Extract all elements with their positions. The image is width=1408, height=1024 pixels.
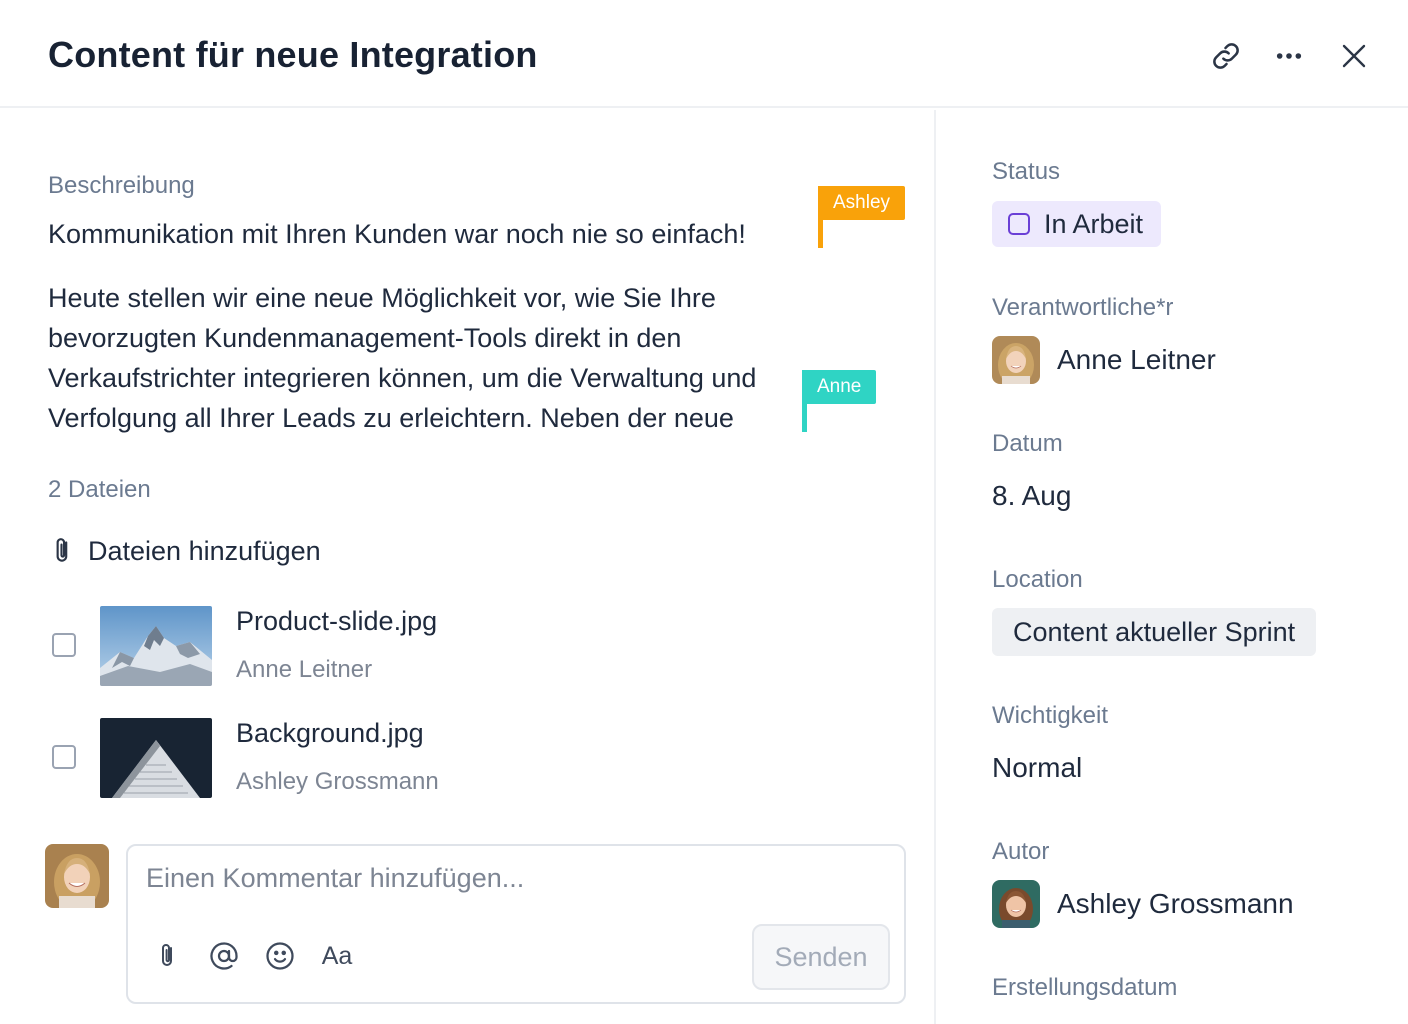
author-field: Ashley Grossmann [992,880,1294,928]
smiley-icon [266,942,294,970]
anne-cursor-tag: Anne [802,370,877,404]
location-value[interactable]: Content aktueller Sprint [992,608,1317,656]
paperclip-icon [162,944,172,966]
at-sign-icon [210,942,238,970]
author-label: Autor [992,838,1050,865]
created-date-label: Erstellungsdatum [992,974,1178,1001]
status-label: Status [992,158,1061,185]
files-count-label: 2 Dateien [48,476,151,503]
status-dropdown[interactable]: In Arbeit [992,201,1162,247]
send-button[interactable]: Senden [752,924,890,990]
assignee-name: Anne Leitner [1057,344,1216,375]
comment-box: Aa Senden [126,844,906,1004]
avatar [992,880,1040,928]
description-headline[interactable]: Kommunikation mit Ihren Kunden war noch … [48,214,746,254]
file-thumbnail-building[interactable] [100,718,212,798]
file-select-checkbox[interactable] [52,745,76,769]
date-label: Datum [992,430,1063,457]
link-icon [1213,43,1239,69]
file-name[interactable]: Product-slide.jpg [236,606,437,637]
add-files-label: Dateien hinzufügen [88,535,321,566]
ashley-cursor-tag: Ashley [818,186,906,220]
description-line[interactable]: Verkaufstrichter integrieren können, um … [48,358,756,398]
date-value[interactable]: 8. Aug [992,480,1071,512]
priority-value[interactable]: Normal [992,752,1082,784]
text-format-button[interactable]: Aa [314,936,360,976]
attach-button[interactable] [148,936,188,976]
close-button[interactable] [1332,34,1376,78]
panel-header: Content für neue Integration [0,0,1408,108]
file-author: Ashley Grossmann [236,768,439,795]
description-label: Beschreibung [48,172,195,199]
more-options-button[interactable] [1267,34,1311,78]
add-files-button[interactable]: Dateien hinzufügen [50,530,321,572]
status-value: In Arbeit [1044,208,1144,239]
priority-label: Wichtigkeit [992,702,1109,729]
author-name: Ashley Grossmann [1057,888,1294,919]
emoji-button[interactable] [260,936,300,976]
file-row: Background.jpg Ashley Grossmann [50,718,910,800]
description-line[interactable]: Heute stellen wir eine neue Möglichkeit … [48,278,716,318]
close-icon [1342,44,1366,68]
current-user-avatar [45,844,109,908]
column-divider [934,110,936,1024]
file-author: Anne Leitner [236,656,373,683]
page-title: Content für neue Integration [48,34,538,75]
mention-button[interactable] [204,936,244,976]
description-line[interactable]: bevorzugten Kundenmanagement-Tools direk… [48,318,681,358]
description-line[interactable]: Verfolgung all Ihrer Leads zu erleichter… [48,398,734,438]
avatar [992,336,1040,384]
paperclip-icon [56,538,68,562]
assignee-selector[interactable]: Anne Leitner [992,336,1216,384]
more-icon [1276,53,1302,59]
location-label: Location [992,566,1083,593]
file-thumbnail-mountain[interactable] [100,606,212,686]
comment-input[interactable] [146,858,746,898]
copy-link-button[interactable] [1204,34,1248,78]
file-row: Product-slide.jpg Anne Leitner [50,606,910,688]
status-indicator [1008,213,1030,235]
assignee-label: Verantwortliche*r [992,294,1174,321]
file-name[interactable]: Background.jpg [236,718,424,749]
file-select-checkbox[interactable] [52,633,76,657]
